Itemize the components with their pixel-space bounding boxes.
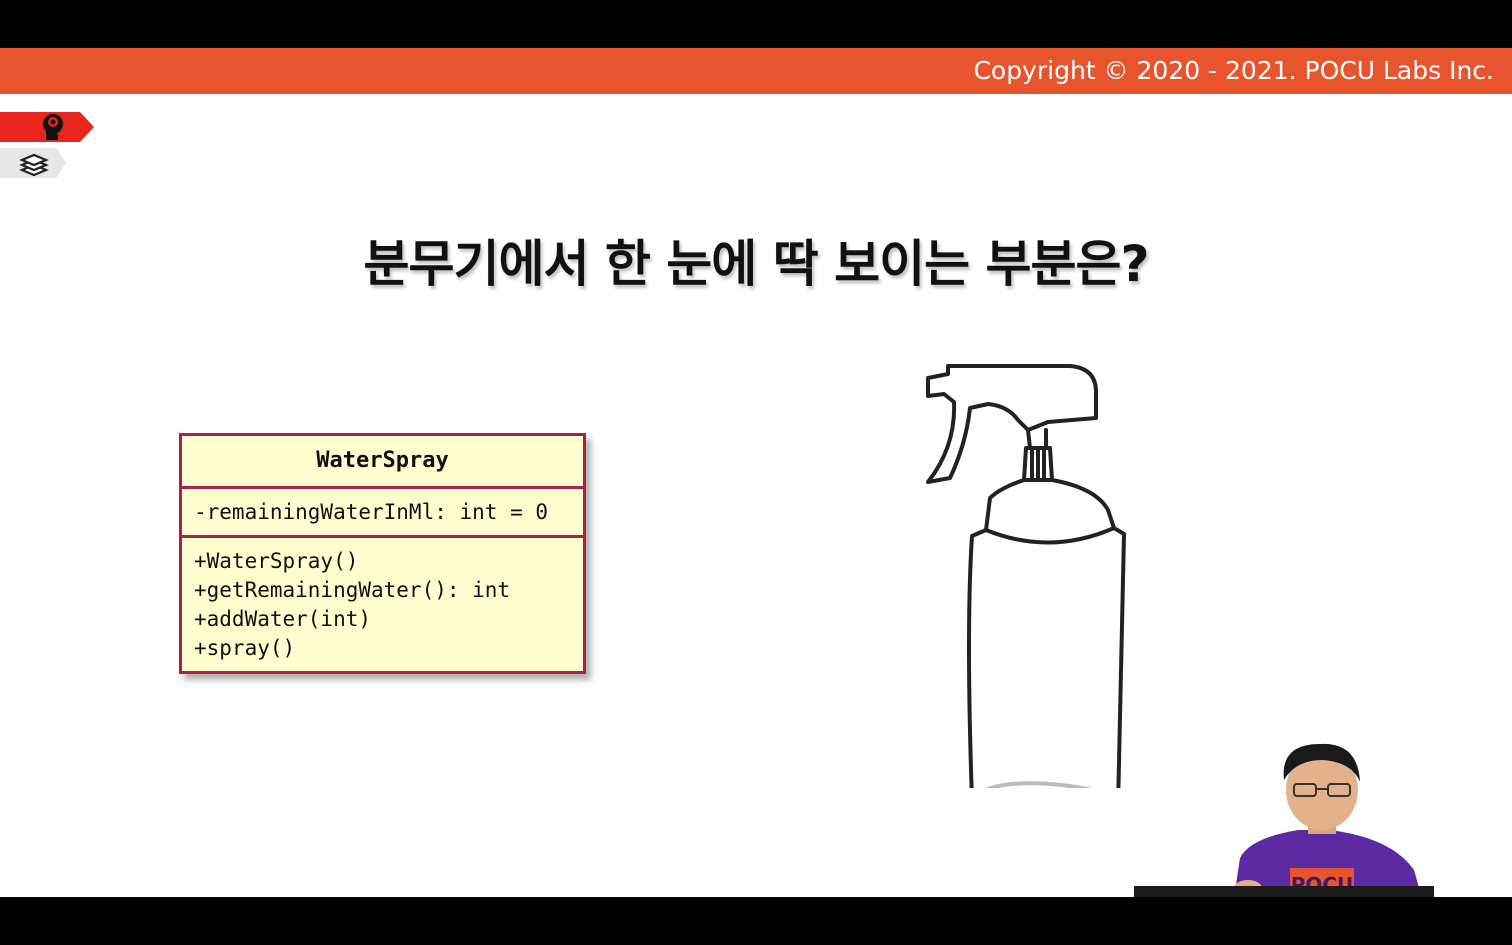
uml-class-diagram: WaterSpray -remainingWaterInMl: int = 0 …: [179, 433, 586, 674]
presenter-desk: [1134, 886, 1434, 897]
side-tab-books: [0, 148, 66, 178]
uml-attributes: -remainingWaterInMl: int = 0: [182, 489, 583, 538]
header-bar: Copyright © 2020 - 2021. POCU Labs Inc.: [0, 48, 1512, 94]
uml-attribute: -remainingWaterInMl: int = 0: [194, 500, 549, 524]
uml-methods: +WaterSpray() +getRemainingWater(): int …: [182, 538, 583, 671]
spray-bottle-icon: [926, 364, 1126, 788]
side-tab-brain: [0, 112, 94, 142]
uml-method: +getRemainingWater(): int: [194, 578, 511, 602]
uml-class-name: WaterSpray: [182, 436, 583, 489]
presenter-video: POCU: [1234, 743, 1422, 897]
uml-method: +addWater(int): [194, 607, 372, 631]
copyright-text: Copyright © 2020 - 2021. POCU Labs Inc.: [973, 56, 1494, 85]
uml-method: +spray(): [194, 636, 296, 660]
slide-title: 분무기에서 한 눈에 딱 보이는 부분은?: [363, 235, 1149, 293]
uml-method: +WaterSpray(): [194, 549, 359, 573]
books-stack-icon: [19, 153, 49, 177]
video-frame: Copyright © 2020 - 2021. POCU Labs Inc. …: [0, 48, 1512, 897]
